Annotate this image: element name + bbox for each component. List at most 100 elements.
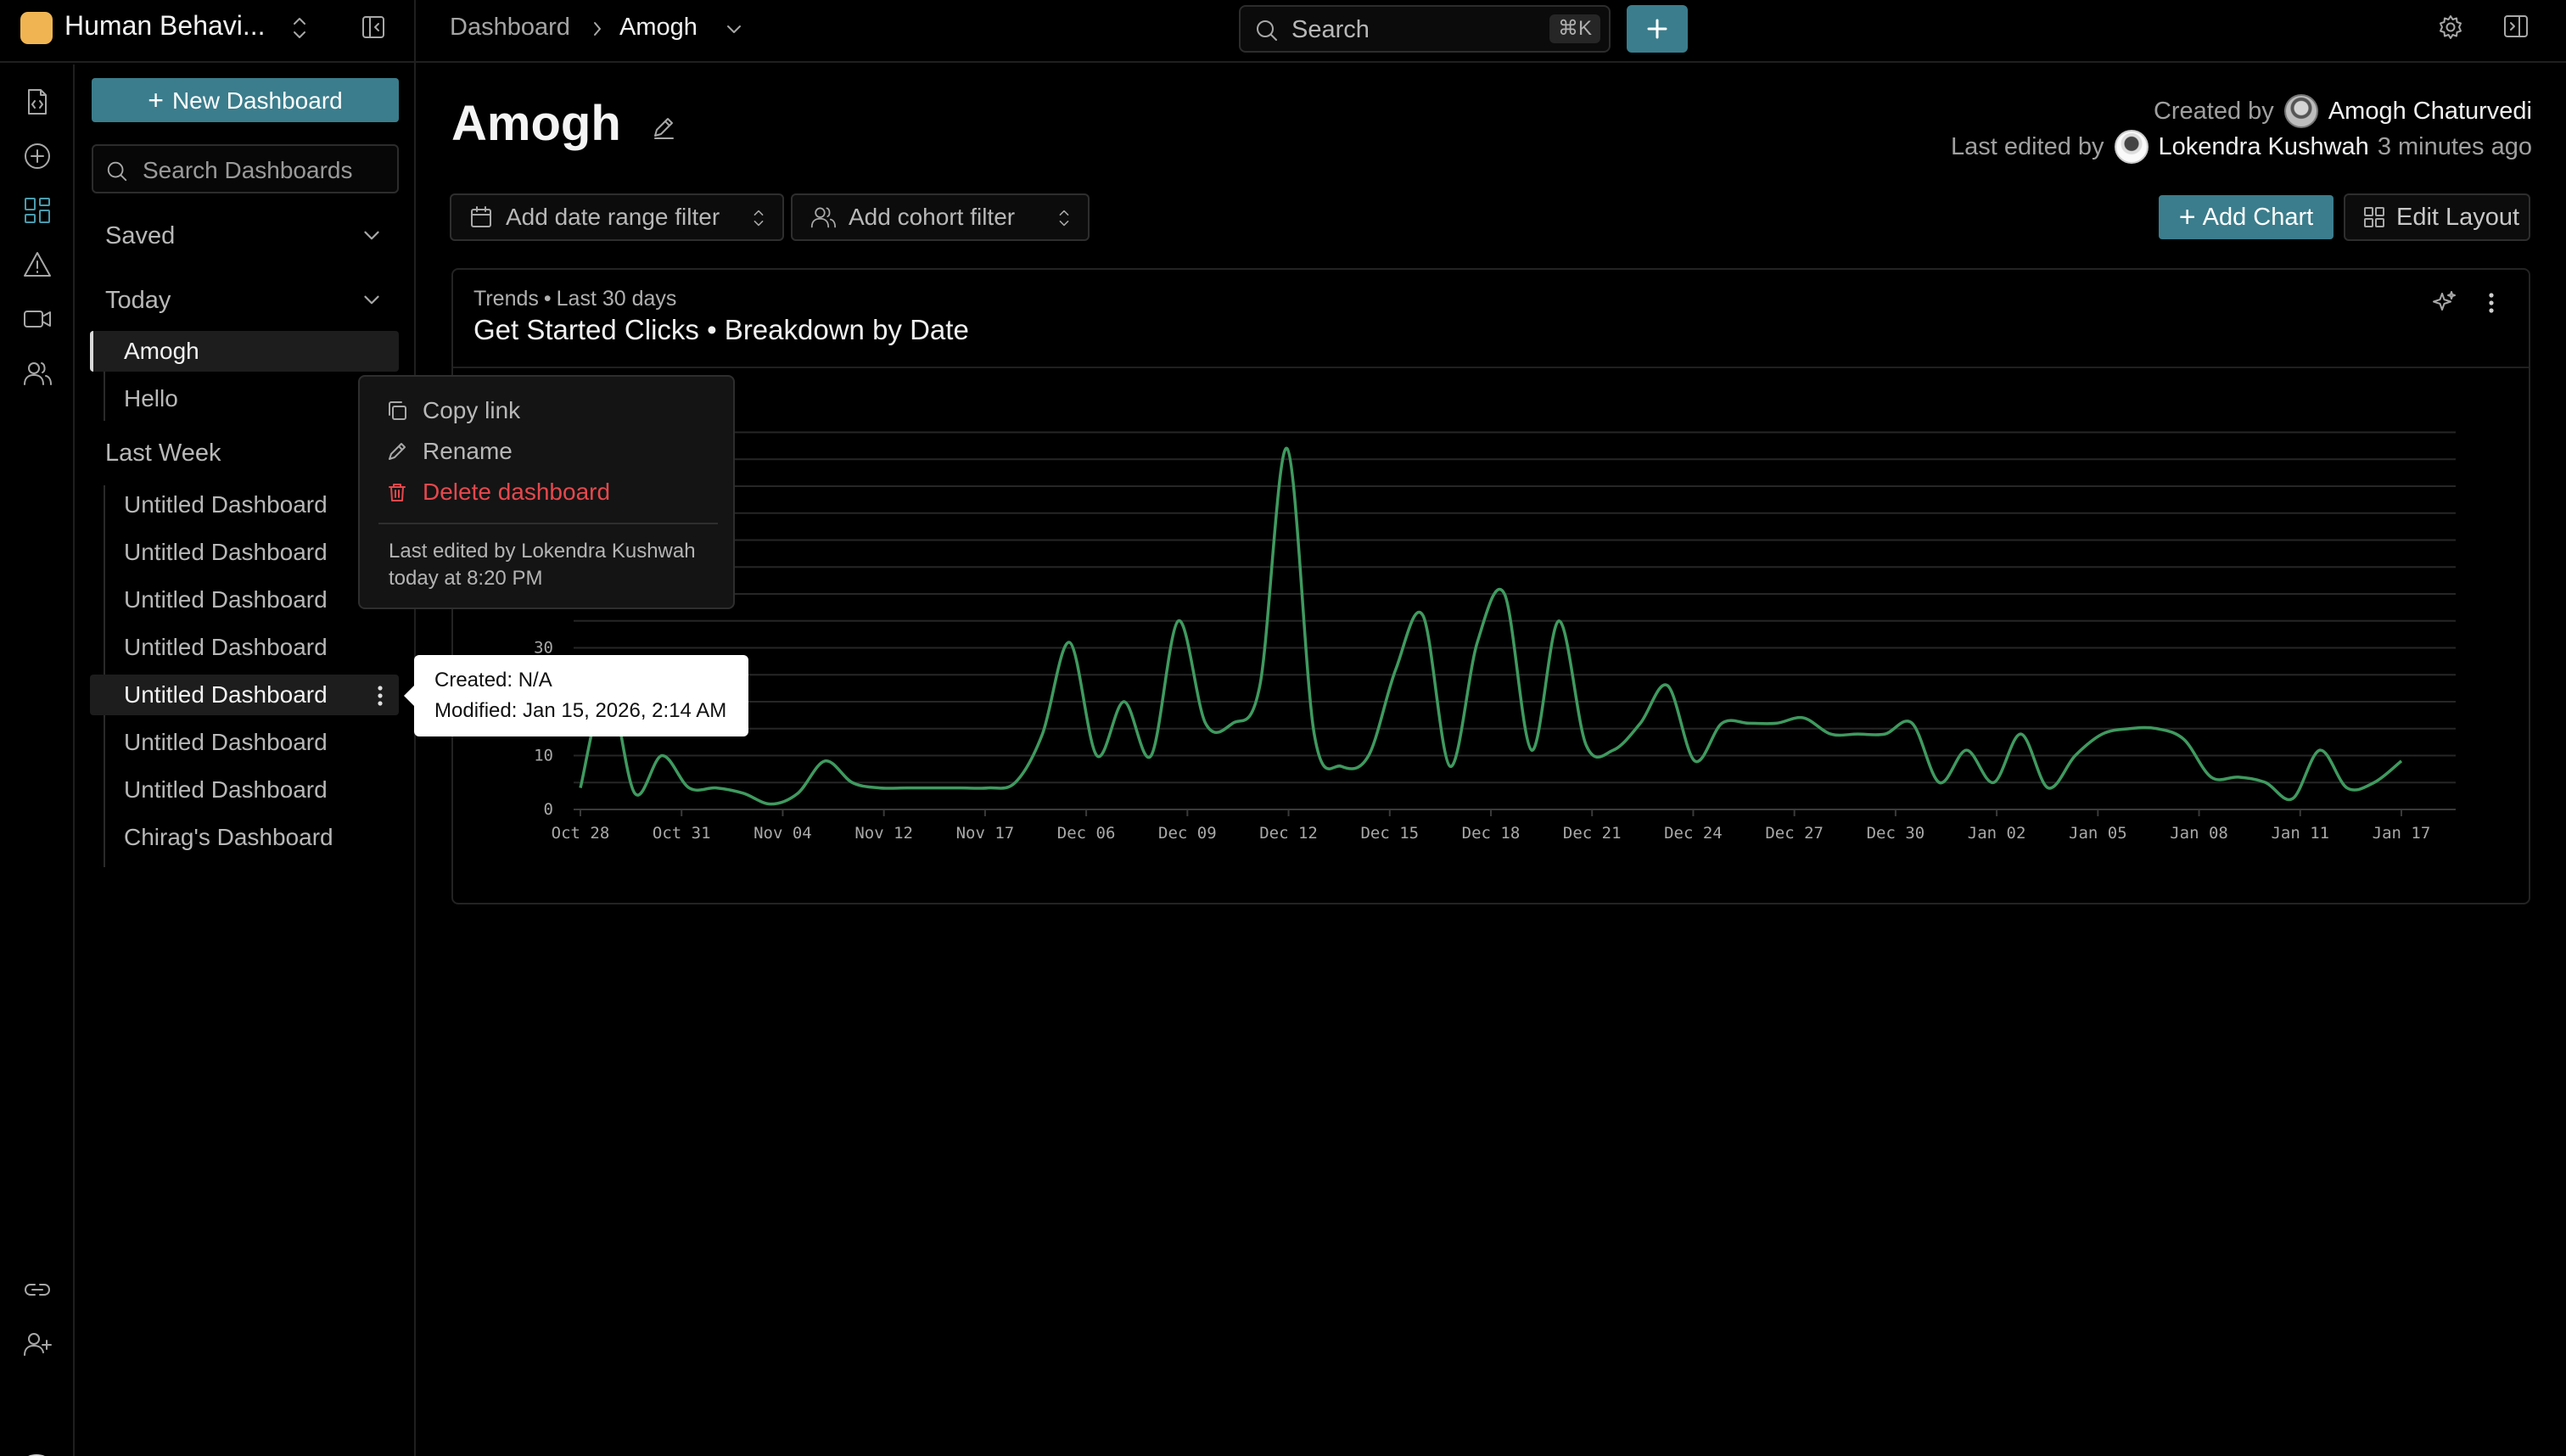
- dashboard-info-tooltip: Created: N/A Modified: Jan 15, 2026, 2:1…: [404, 655, 748, 736]
- dashboard-item-amogh[interactable]: Amogh: [90, 331, 399, 372]
- x-tick-label: Dec 09: [1158, 824, 1217, 843]
- section-today[interactable]: Today: [105, 287, 171, 315]
- created-by-label: Created by: [2153, 97, 2274, 125]
- page-title: Amogh: [451, 96, 621, 151]
- dashboard-item[interactable]: Untitled Dashboard: [90, 484, 399, 525]
- menu-last-edited-by: Last edited by Lokendra Kushwah: [389, 540, 696, 563]
- chevron-up-down-icon: [754, 210, 764, 227]
- chevron-up-down-icon: [1059, 210, 1069, 227]
- menu-delete-label: Delete dashboard: [423, 479, 611, 505]
- chevron-down-icon[interactable]: [360, 288, 384, 312]
- plus-circle-icon[interactable]: [22, 141, 53, 171]
- x-tick-label: Jan 08: [2170, 824, 2228, 843]
- global-search[interactable]: Search ⌘K: [1239, 5, 1611, 53]
- last-edited-row: Last edited by Lokendra Kushwah 3 minute…: [1951, 129, 2532, 165]
- chevron-down-icon[interactable]: [723, 19, 745, 41]
- tooltip-modified: Modified: Jan 15, 2026, 2:14 AM: [434, 699, 727, 722]
- x-tick-label: Oct 31: [653, 824, 711, 843]
- x-tick-label: Oct 28: [552, 824, 610, 843]
- user-plus-icon[interactable]: [22, 1329, 53, 1359]
- link-icon[interactable]: [22, 1274, 53, 1305]
- gear-icon[interactable]: [2437, 14, 2464, 41]
- tooltip-arrow: [404, 686, 414, 706]
- file-code-icon[interactable]: [22, 87, 53, 117]
- dashboard-search-placeholder: Search Dashboards: [143, 157, 353, 183]
- menu-delete-dashboard[interactable]: Delete dashboard: [385, 475, 610, 509]
- layout-grid-icon: [2364, 207, 2384, 227]
- x-tick-label: Dec 18: [1462, 824, 1521, 843]
- creator-name[interactable]: Amogh Chaturvedi: [2328, 98, 2532, 126]
- add-chart-button[interactable]: + Add Chart: [2159, 195, 2333, 239]
- date-range-filter-label: Add date range filter: [506, 204, 720, 230]
- x-tick-label: Dec 12: [1259, 824, 1318, 843]
- dashboard-search-input[interactable]: Search Dashboards: [92, 144, 399, 193]
- menu-last-edited: Last edited by Lokendra Kushwah today at…: [389, 538, 720, 592]
- y-tick-label: 10: [534, 747, 553, 765]
- x-tick-label: Dec 15: [1360, 824, 1419, 843]
- date-range-filter[interactable]: Add date range filter: [450, 193, 784, 241]
- x-tick-label: Nov 04: [754, 824, 812, 843]
- menu-copy-link-label: Copy link: [423, 397, 521, 423]
- section-saved[interactable]: Saved: [105, 222, 175, 250]
- x-tick-label: Jan 11: [2271, 824, 2329, 843]
- x-tick-label: Dec 24: [1664, 824, 1723, 843]
- menu-rename-label: Rename: [423, 438, 513, 464]
- dashboard-grid-icon[interactable]: [22, 195, 53, 226]
- tooltip-created: Created: N/A: [434, 669, 552, 692]
- pencil-icon: [389, 443, 406, 460]
- plus-icon: +: [148, 85, 164, 115]
- chevron-down-icon[interactable]: [360, 224, 384, 248]
- copy-icon: [389, 401, 406, 420]
- video-icon[interactable]: [22, 304, 53, 334]
- last-edited-time: 3 minutes ago: [2377, 132, 2532, 160]
- search-shortcut: ⌘K: [1549, 14, 1600, 43]
- x-tick-label: Dec 30: [1867, 824, 1925, 843]
- alert-triangle-icon[interactable]: [22, 249, 53, 280]
- breadcrumb-dashboard[interactable]: Dashboard: [450, 14, 570, 42]
- cohort-filter[interactable]: Add cohort filter: [791, 193, 1090, 241]
- chevron-up-down-icon[interactable]: [287, 14, 312, 42]
- menu-divider: [378, 523, 718, 524]
- more-vertical-icon[interactable]: [375, 685, 385, 707]
- icon-rail: [0, 64, 75, 1456]
- calendar-icon: [471, 206, 491, 227]
- x-tick-label: Jan 17: [2373, 824, 2431, 843]
- sidebar-toggle-icon[interactable]: [360, 14, 387, 41]
- plus-icon: [1647, 19, 1667, 39]
- users-icon[interactable]: [22, 358, 53, 389]
- dashboard-item-label: Untitled Dashboard: [124, 681, 328, 708]
- edit-layout-label: Edit Layout: [2396, 203, 2520, 231]
- chart-card: Trends • Last 30 days Get Started Clicks •…: [451, 268, 2530, 904]
- dashboard-item[interactable]: Untitled Dashboard: [90, 770, 399, 810]
- side-panel-icon[interactable]: [2502, 12, 2530, 41]
- editor-name[interactable]: Lokendra Kushwah: [2159, 133, 2369, 161]
- new-dashboard-label: New Dashboard: [171, 87, 343, 114]
- x-tick-label: Dec 06: [1057, 824, 1116, 843]
- new-dashboard-button[interactable]: + New Dashboard: [92, 78, 399, 122]
- dashboard-item[interactable]: Chirag's Dashboard: [90, 817, 399, 858]
- search-label: Search: [1291, 16, 1370, 43]
- last-edited-label: Last edited by: [1950, 132, 2104, 160]
- dashboard-context-menu: Copy link Rename Delete dashboard Last e…: [358, 375, 735, 609]
- top-bar: Human Behavi... Dashboard Amogh Search ⌘…: [0, 0, 2566, 63]
- series-line: [579, 446, 2403, 806]
- menu-rename[interactable]: Rename: [385, 434, 513, 468]
- menu-last-edited-time: today at 8:20 PM: [389, 567, 543, 590]
- dashboard-item[interactable]: Untitled Dashboard: [90, 722, 399, 763]
- dashboard-item[interactable]: Untitled Dashboard: [90, 532, 399, 573]
- dashboard-item-hovered[interactable]: Untitled Dashboard: [90, 675, 399, 715]
- workspace-name[interactable]: Human Behavi...: [64, 10, 266, 42]
- create-button[interactable]: [1627, 5, 1688, 53]
- pencil-icon[interactable]: [650, 114, 677, 141]
- edit-layout-button[interactable]: Edit Layout: [2344, 193, 2530, 241]
- x-tick-label: Jan 05: [2069, 824, 2127, 843]
- dashboard-item-hello[interactable]: Hello: [90, 378, 399, 419]
- workspace-logo[interactable]: [20, 12, 53, 44]
- dashboard-item[interactable]: Untitled Dashboard: [90, 627, 399, 668]
- dashboard-item[interactable]: Untitled Dashboard: [90, 580, 399, 620]
- x-tick-label: Jan 02: [1968, 824, 2026, 843]
- trend-line-chart: 01030Oct 28 Oct 31 Nov 04 Nov 12 Nov 17 Dec 0…: [534, 431, 2456, 843]
- x-tick-label: Nov 12: [854, 824, 913, 843]
- breadcrumb-current[interactable]: Amogh: [619, 14, 698, 42]
- menu-copy-link[interactable]: Copy link: [385, 394, 520, 428]
